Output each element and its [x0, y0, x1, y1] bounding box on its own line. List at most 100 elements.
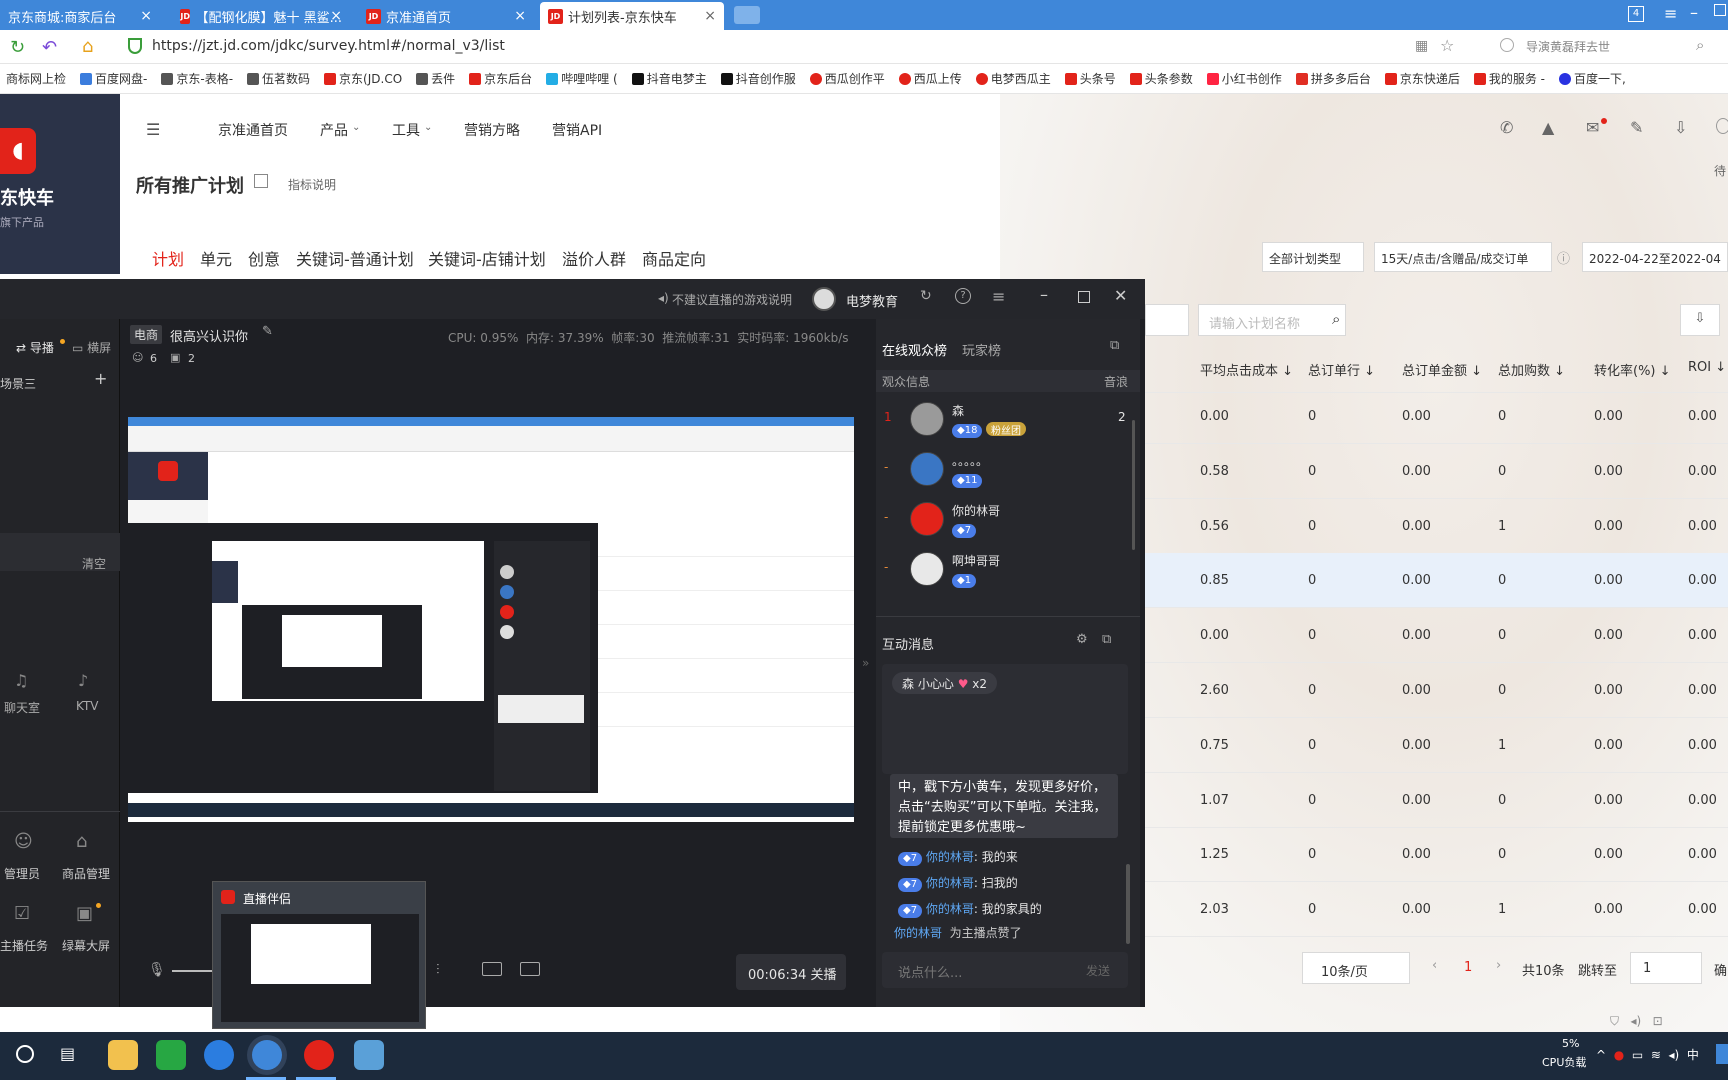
url-field[interactable]: https://jzt.jd.com/jdkc/survey.html#/nor…	[152, 38, 505, 54]
tab-unit[interactable]: 单元	[200, 246, 232, 270]
close-icon[interactable]: ×	[514, 8, 526, 24]
viewer-row[interactable]: - 。。。。。 ◆ 11	[876, 444, 1140, 494]
bookmark[interactable]: 丢件	[416, 70, 455, 87]
edit-icon[interactable]: ✎	[1630, 118, 1643, 137]
search-icon[interactable]: ⌕	[1332, 310, 1340, 328]
camera-icon[interactable]	[520, 962, 540, 976]
search-icon[interactable]: ⌕	[1696, 36, 1704, 54]
home-icon[interactable]: ⌂	[82, 36, 93, 57]
avatar[interactable]	[1716, 118, 1728, 134]
date-range-picker[interactable]: 2022-04-22至2022-04	[1582, 242, 1728, 272]
add-scene-icon[interactable]: +	[94, 369, 107, 388]
shield-icon[interactable]: ⛉	[1610, 1014, 1619, 1028]
chart-icon[interactable]	[254, 174, 268, 188]
bookmark[interactable]: 京东后台	[469, 70, 532, 87]
bookmark[interactable]: 百度一下,	[1559, 70, 1626, 87]
live-companion-icon[interactable]	[304, 1040, 334, 1070]
page-size-select[interactable]: 10条/页	[1302, 952, 1410, 984]
end-live-button[interactable]: 00:06:34 关播	[736, 954, 846, 990]
help-icon[interactable]: ⓘ	[1557, 248, 1570, 267]
jump-input[interactable]: 1	[1630, 952, 1702, 984]
brand-sub[interactable]: 旗下产品	[0, 214, 44, 230]
bookmark[interactable]: 京东快递后	[1384, 70, 1460, 87]
admin-button[interactable]: 管理员	[4, 865, 40, 882]
column-header[interactable]: 转化率(%) ↓	[1594, 360, 1671, 379]
filter-select[interactable]	[1145, 304, 1189, 336]
bookmark[interactable]: 西瓜创作平	[809, 70, 885, 87]
director-tab[interactable]: ⇄ 导播	[16, 339, 54, 356]
column-header[interactable]: 总加购数 ↓	[1498, 360, 1565, 379]
viewer-scrollbar[interactable]	[1132, 420, 1135, 550]
wifi-icon[interactable]: ≋	[1651, 1048, 1661, 1062]
bookmark[interactable]: 抖音电梦主	[631, 70, 707, 87]
chat-user[interactable]: 你的林哥	[926, 902, 974, 916]
like-user[interactable]: 你的林哥	[894, 926, 942, 940]
chevron-up-icon[interactable]: ^	[1596, 1048, 1606, 1062]
tab-premium-audience[interactable]: 溢价人群	[562, 246, 626, 270]
chatroom-button[interactable]: 聊天室	[4, 699, 40, 716]
close-icon[interactable]: ×	[330, 8, 342, 24]
metric-explain-link[interactable]: 指标说明	[288, 176, 336, 193]
notepad-icon[interactable]	[354, 1040, 384, 1070]
nav-api[interactable]: 营销API	[552, 120, 602, 140]
browser-tab-active[interactable]: JD 计划列表-京东快车 ×	[540, 2, 724, 30]
viewer-row[interactable]: - 啊坤哥哥 ◆ 1	[876, 544, 1140, 594]
menu-icon[interactable]: ≡	[1664, 4, 1677, 23]
landscape-tab[interactable]: ▭ 横屏	[72, 339, 111, 356]
mic-volume-slider[interactable]	[172, 970, 212, 972]
microphone-icon[interactable]: 🎙	[148, 962, 166, 978]
lock-icon[interactable]: ⊡	[1653, 1014, 1663, 1028]
chat-user[interactable]: 你的林哥	[926, 876, 974, 890]
task-view-icon[interactable]: ▤	[60, 1044, 75, 1063]
minimize-icon[interactable]: –	[1040, 285, 1048, 304]
host-task-button[interactable]: 主播任务	[0, 937, 48, 954]
graduation-icon[interactable]: ▲	[1542, 118, 1554, 137]
browser-tab[interactable]: 京东商城:商家后台 ×	[0, 2, 160, 30]
collapse-handle-icon[interactable]: »	[862, 656, 869, 670]
media-player-icon[interactable]	[156, 1040, 186, 1070]
network-icon[interactable]: ▭	[1632, 1048, 1643, 1062]
user-avatar[interactable]	[812, 287, 836, 311]
screen-capture-icon[interactable]	[482, 962, 502, 976]
browser-tab[interactable]: JD 京准通首页 ×	[358, 2, 534, 30]
ktv-button[interactable]: KTV	[76, 699, 98, 713]
bookmark[interactable]: 商标网上检	[6, 70, 66, 87]
bookmark[interactable]: 拼多多后台	[1295, 70, 1371, 87]
ime-indicator[interactable]: 中	[1687, 1048, 1699, 1062]
menu-icon[interactable]: ≡	[992, 287, 1005, 306]
app-tray-icon[interactable]: ●	[1614, 1048, 1624, 1062]
greenscreen-button[interactable]: 绿幕大屏	[62, 937, 110, 954]
bookmark[interactable]: 京东(JD.CO	[324, 70, 402, 87]
chat-scrollbar[interactable]	[1126, 864, 1130, 944]
product-manage-button[interactable]: 商品管理	[62, 865, 110, 882]
column-header[interactable]: 总订单金额 ↓	[1402, 360, 1482, 379]
download-icon[interactable]: ⇩	[1674, 118, 1687, 137]
address-search-input[interactable]: 导演黄磊拜去世	[1526, 38, 1610, 55]
minimize-icon[interactable]: –	[1690, 3, 1698, 22]
browser-icon[interactable]	[204, 1040, 234, 1070]
close-icon[interactable]: ×	[140, 8, 152, 24]
column-header[interactable]: ROI ↓	[1688, 360, 1726, 375]
close-icon[interactable]: ×	[704, 8, 716, 24]
popout-icon[interactable]: ⧉	[1102, 632, 1111, 647]
refresh-icon[interactable]: ↻	[920, 288, 932, 304]
help-icon[interactable]: ?	[955, 288, 971, 304]
bookmark[interactable]: 小红书创作	[1206, 70, 1282, 87]
tab-creative[interactable]: 创意	[248, 246, 280, 270]
tab-product-target[interactable]: 商品定向	[642, 246, 706, 270]
file-explorer-icon[interactable]	[108, 1040, 138, 1070]
next-page-icon[interactable]: ›	[1496, 958, 1501, 973]
prev-page-icon[interactable]: ‹	[1432, 958, 1437, 973]
scene-label[interactable]: 场景三	[0, 375, 36, 392]
bookmark[interactable]: 头条参数	[1129, 70, 1193, 87]
restore-icon[interactable]	[1714, 4, 1726, 16]
page-number[interactable]: 1	[1464, 960, 1472, 975]
refresh-icon[interactable]: ↻	[10, 37, 25, 58]
game-notice-link[interactable]: 不建议直播的游戏说明	[672, 291, 792, 308]
bookmark[interactable]: 哔哩哔哩 (	[546, 70, 618, 87]
mixer-icon[interactable]: ⫶	[436, 962, 440, 978]
settings-icon[interactable]: ⚙	[1076, 632, 1088, 647]
tab-player-rank[interactable]: 玩家榜	[962, 340, 1001, 359]
bookmark[interactable]: 京东-表格-	[161, 70, 233, 87]
bookmark[interactable]: 百度网盘-	[80, 70, 147, 87]
